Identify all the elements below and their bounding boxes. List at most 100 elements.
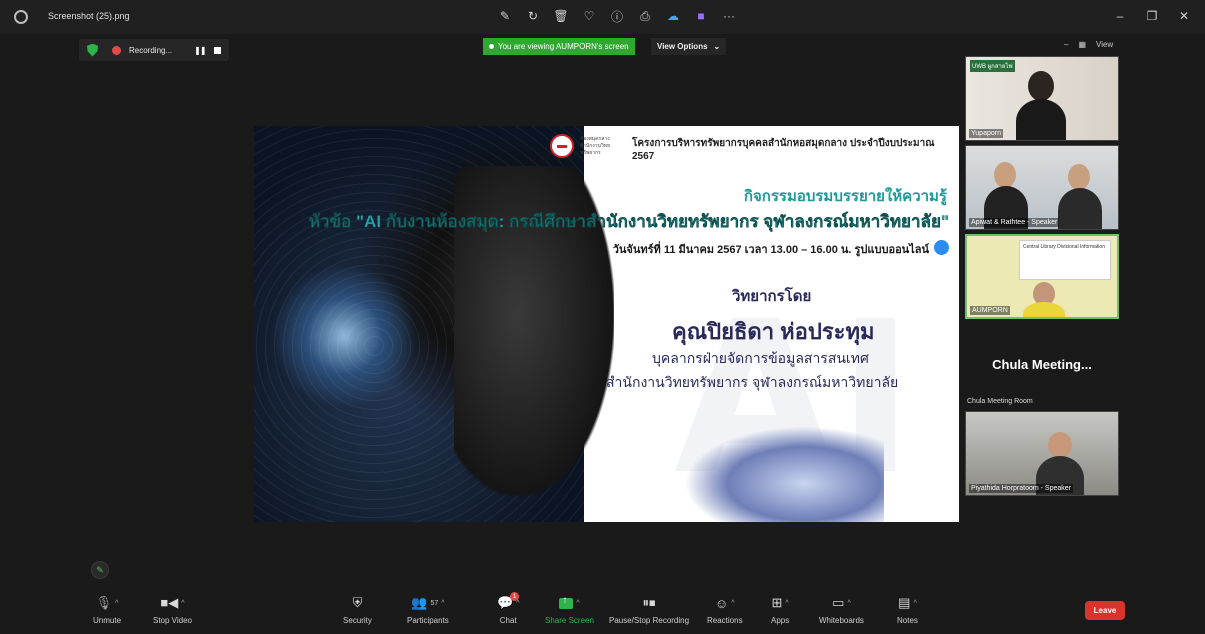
stop-recording-icon[interactable] — [213, 46, 221, 54]
view-grid-icon[interactable]: ▦ — [1078, 40, 1086, 49]
minimize-icon[interactable]: – — [1109, 6, 1131, 26]
participant-body — [1023, 302, 1065, 317]
participant-tile-active[interactable]: Central Library Divisional Information A… — [965, 234, 1119, 319]
shield-icon: ⛨ — [352, 595, 363, 610]
library-logo-icon — [550, 134, 574, 158]
stop-video-button[interactable]: ■◀ ^ Stop Video — [153, 594, 192, 625]
stop-video-label: Stop Video — [153, 616, 192, 625]
participants-label: Participants — [407, 616, 449, 625]
favorite-icon[interactable]: ♡ — [582, 8, 596, 24]
chevron-up-icon[interactable]: ^ — [441, 600, 444, 607]
photos-cloud-icon[interactable]: ☁ — [666, 8, 680, 24]
chevron-up-icon[interactable]: ^ — [785, 600, 788, 607]
slide-header: โครงการบริหารทรัพยากรบุคคลสำนักหอสมุดกลา… — [632, 138, 935, 162]
microphone-muted-icon: 🎙 — [95, 595, 113, 610]
chevron-up-icon[interactable]: ^ — [576, 600, 579, 607]
pause-recording-icon[interactable]: ❚❚ — [194, 46, 206, 55]
participant-tile[interactable]: Apiwat & Rathtee - Speaker — [965, 145, 1119, 230]
view-button[interactable]: View — [1096, 40, 1113, 49]
chevron-up-icon[interactable]: ^ — [847, 600, 850, 607]
participant-name: Piyathida Horpratoom - Speaker — [969, 484, 1073, 493]
slide-speaker-role: บุคลากรฝ่ายจัดการข้อมูลสารสนเทศ — [652, 350, 869, 366]
chevron-up-icon[interactable]: ^ — [731, 600, 734, 607]
annotate-pencil-button[interactable]: ✎ — [91, 561, 109, 579]
participant-name: Apiwat & Rathtee - Speaker — [969, 218, 1060, 227]
clipchamp-icon[interactable]: ■ — [694, 8, 708, 24]
notes-label: Notes — [897, 616, 918, 625]
rotate-icon[interactable]: ↻ — [526, 8, 540, 24]
recording-dot-icon — [112, 45, 121, 55]
share-screen-icon — [559, 595, 574, 609]
security-label: Security — [343, 616, 372, 625]
pause-recording-icon: ⏸⏹ — [642, 595, 656, 610]
delete-icon[interactable]: 🗑 — [553, 8, 568, 24]
video-camera-icon: ■◀ — [160, 595, 179, 610]
more-icon[interactable]: ··· — [722, 8, 736, 24]
slide-date: วันจันทร์ที่ 11 มีนาคม 2567 เวลา 13.00 –… — [612, 244, 929, 256]
tile-badge: UWB ผูกสายไฟ — [970, 60, 1015, 72]
shared-screen-slide: AI ห้องสมุดกลาง สำนักงานวิทยทรัพยากร โคร… — [254, 126, 959, 522]
notes-icon: ▤ — [898, 595, 911, 610]
zoom-meeting-window: Recording... ❚❚ You are viewing AUMPORN'… — [79, 34, 1133, 634]
photos-app-icon — [14, 10, 28, 24]
chevron-up-icon[interactable]: ^ — [913, 600, 916, 607]
whiteboards-label: Whiteboards — [819, 616, 864, 625]
edit-icon[interactable]: ✎ — [498, 8, 512, 24]
participant-body — [1016, 99, 1066, 140]
participant-head — [1028, 71, 1054, 101]
chat-badge: 1 — [510, 592, 519, 601]
panel-controls: – ▦ View — [1064, 40, 1113, 49]
apps-button[interactable]: ⊞ ^ Apps — [771, 594, 789, 625]
participant-tile[interactable]: UWB ผูกสายไฟ Yupaporn — [965, 56, 1119, 141]
participant-head — [1048, 432, 1072, 458]
print-icon[interactable]: ⎙ — [638, 8, 652, 24]
participant-body — [1058, 188, 1102, 229]
unmute-label: Unmute — [93, 616, 122, 625]
chat-button[interactable]: 💬 1 ^ Chat — [497, 592, 519, 625]
share-screen-button[interactable]: ^ Share Screen — [545, 594, 594, 626]
slide-logo-text: ห้องสมุดกลาง สำนักงานวิทยทรัพยากร — [580, 136, 611, 156]
collapse-panel-icon[interactable]: – — [1064, 40, 1068, 49]
close-icon[interactable]: ✕ — [1173, 6, 1195, 26]
slide-topic: หัวข้อ "AI กับงานห้องสมุด: กรณีศึกษาสำนั… — [308, 212, 950, 231]
participant-room-label: Chula Meeting Room — [967, 398, 1033, 405]
chevron-up-icon[interactable]: ^ — [516, 600, 519, 607]
chevron-up-icon[interactable]: ^ — [115, 600, 118, 607]
participants-button[interactable]: 👥 57 ^ Participants — [407, 594, 449, 625]
recording-bar: Recording... ❚❚ — [79, 39, 229, 61]
apps-label: Apps — [771, 616, 790, 625]
leave-button[interactable]: Leave — [1085, 601, 1125, 620]
reactions-button[interactable]: ☺ ^ Reactions — [707, 594, 743, 626]
slide-speaker-by: วิทยากรโดย — [732, 288, 812, 305]
whiteboard-icon: ▭ — [832, 595, 845, 610]
pause-stop-recording-button[interactable]: ⏸⏹ Pause/Stop Recording — [609, 594, 689, 625]
participants-count: 57 — [430, 599, 439, 607]
whiteboards-button[interactable]: ▭ ^ Whiteboards — [819, 594, 864, 625]
info-icon[interactable]: ⓘ — [610, 8, 624, 24]
view-options-button[interactable]: View Options ⌄ — [651, 38, 727, 55]
participant-head — [994, 162, 1016, 188]
participant-tile-no-video[interactable]: Chula Meeting... — [965, 334, 1119, 394]
viewing-banner-text: You are viewing AUMPORN's screen — [498, 42, 629, 51]
viewer-title-bar: Screenshot (25).png ✎ ↻ 🗑 ♡ ⓘ ⎙ ☁ ■ ··· … — [0, 0, 1205, 34]
chevron-up-icon[interactable]: ^ — [181, 600, 184, 607]
security-button[interactable]: ⛨ Security — [343, 594, 372, 625]
apps-icon: ⊞ — [771, 595, 783, 610]
chevron-down-icon: ⌄ — [713, 42, 721, 51]
notes-button[interactable]: ▤ ^ Notes — [897, 594, 918, 625]
slide-activity: กิจกรรมอบรมบรรยายให้ความรู้ — [743, 188, 947, 205]
unmute-button[interactable]: 🎙 ^ Unmute — [93, 594, 121, 625]
maximize-icon[interactable]: ❐ — [1141, 6, 1163, 26]
meeting-toolbar: 🎙 ^ Unmute ■◀ ^ Stop Video ⛨ Security 👥 57 ^… — [79, 590, 1133, 634]
slide-speaker-name: คุณปิยธิดา ห่อประทุม — [672, 319, 875, 344]
banner-dot-icon — [489, 44, 494, 49]
emoji-icon: ☺ — [715, 595, 729, 611]
viewer-toolbar: ✎ ↻ 🗑 ♡ ⓘ ⎙ ☁ ■ ··· — [498, 8, 736, 24]
pencil-icon: ✎ — [96, 564, 104, 575]
shield-icon[interactable] — [87, 43, 98, 57]
pause-stop-recording-label: Pause/Stop Recording — [609, 616, 690, 625]
participant-name: AUMPORN — [970, 306, 1010, 315]
video-gallery-panel: – ▦ View UWB ผูกสายไฟ Yupaporn Apiwat & … — [960, 34, 1120, 504]
participant-tile[interactable]: Piyathida Horpratoom - Speaker — [965, 411, 1119, 496]
chat-label: Chat — [499, 616, 517, 625]
